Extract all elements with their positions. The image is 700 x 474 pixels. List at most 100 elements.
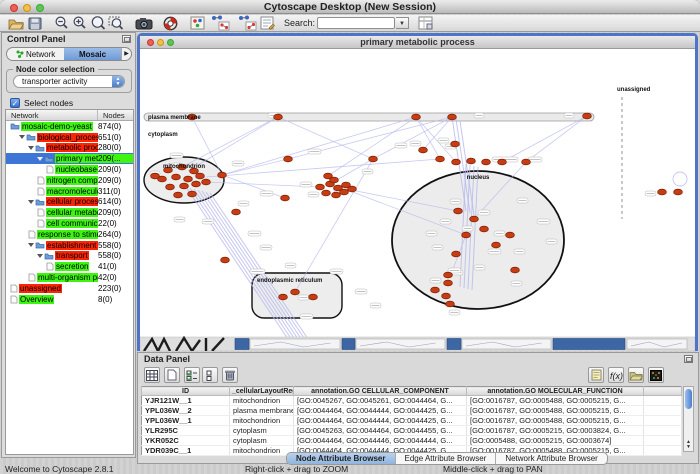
lifebuoy-icon[interactable] [163, 15, 178, 31]
network-node[interactable] [480, 226, 489, 232]
network-node[interactable] [151, 173, 160, 179]
app-title-bar[interactable]: Cytoscape Desktop (New Session) [0, 0, 700, 14]
zoom-fit-icon[interactable] [90, 15, 106, 31]
tree-row-secretion[interactable]: secretion41(0) [6, 261, 133, 272]
network-node[interactable] [444, 280, 453, 286]
network-node[interactable] [348, 186, 357, 192]
save-icon[interactable] [28, 15, 42, 31]
table-cell[interactable]: [GO:0016787, GO:0005488, GO:0005215, G..… [467, 396, 644, 406]
unselect-attributes-icon[interactable] [202, 367, 218, 383]
table-cell[interactable]: [GO:0016787, GO:0005488, GO:0005215, G..… [467, 416, 644, 426]
column-header[interactable]: annotation.GO CELLULAR_COMPONENT [294, 387, 467, 396]
select-nodes-checkbox[interactable]: ✓ [10, 98, 20, 108]
network-node[interactable] [452, 159, 461, 165]
scrollbar-arrows-icon[interactable]: ▲▼ [684, 440, 693, 450]
table-cell[interactable]: cytoplasm [230, 426, 294, 436]
network-node[interactable] [492, 242, 501, 248]
network-node[interactable] [442, 293, 451, 299]
color-attribute-select[interactable]: transporter activity ▲▼ [13, 75, 125, 88]
network-node[interactable] [446, 301, 455, 307]
tree-row-nitrogen-compo[interactable]: nitrogen compo209(0) [6, 175, 133, 186]
table-cell[interactable]: [GO:0044464, GO:0044446, GO:0044444, G..… [294, 436, 467, 446]
network-node[interactable] [454, 208, 463, 214]
expander-icon[interactable] [19, 135, 25, 139]
table-cell[interactable]: [GO:0016787, GO:0005215, GO:0003824, G..… [467, 426, 644, 436]
tree-row-metabolic-process[interactable]: metabolic process280(0) [6, 143, 133, 154]
table-cell[interactable]: [GO:0045263, GO:0044464, GO:0044455, G..… [294, 426, 467, 436]
tree-row-transport[interactable]: transport558(0) [6, 251, 133, 262]
attribute-grid-icon[interactable] [144, 367, 160, 383]
search-input[interactable] [317, 17, 395, 29]
network-node[interactable] [482, 159, 491, 165]
compartment-nucleus[interactable] [392, 171, 564, 309]
tab-overflow-icon[interactable]: ▶ [121, 48, 131, 60]
float-data-panel-icon[interactable] [684, 355, 693, 363]
expander-icon[interactable] [28, 200, 34, 204]
network-node[interactable] [316, 184, 325, 190]
table-cell[interactable]: [GO:0016787, GO:0005488, GO:0005215, G..… [467, 406, 644, 416]
tree-row-multi-organism-pro[interactable]: multi-organism pro42(0) [6, 272, 133, 283]
network-node[interactable] [340, 189, 349, 195]
table-row[interactable]: YLR295Ccytoplasm[GO:0045263, GO:0044464,… [142, 426, 682, 436]
table-cell[interactable]: YKR052C [142, 436, 230, 446]
network-node[interactable] [498, 159, 507, 165]
network-node[interactable] [218, 172, 227, 178]
expander-icon[interactable] [37, 254, 43, 258]
tree-row-cellular-process[interactable]: cellular process614(0) [6, 197, 133, 208]
network-view-window[interactable]: primary metabolic process plasma membran… [137, 33, 698, 351]
table-row[interactable]: YKR052Ccytoplasm[GO:0044464, GO:0044446,… [142, 436, 682, 446]
network-node[interactable] [281, 195, 290, 201]
tree-row-cellular-metabol[interactable]: cellular metabol209(0) [6, 207, 133, 218]
network-node[interactable] [279, 294, 288, 300]
select-attributes-icon[interactable] [184, 367, 200, 383]
network-node[interactable] [332, 192, 341, 198]
network-node[interactable] [583, 113, 592, 119]
table-cell[interactable]: [GO:0045267, GO:0045261, GO:0044464, G..… [294, 396, 467, 406]
table-cell[interactable] [644, 426, 682, 436]
network-node[interactable] [184, 176, 193, 182]
attribute-matrix-icon[interactable] [648, 367, 664, 383]
table-cell[interactable]: YDR039C__1 [142, 446, 230, 456]
network-node[interactable] [196, 173, 205, 179]
table-row[interactable]: YPL036W__1mitochondrion[GO:0044464, GO:0… [142, 416, 682, 426]
table-cell[interactable] [644, 436, 682, 446]
network-node[interactable] [522, 159, 531, 165]
network-node[interactable] [232, 209, 241, 215]
table-cell[interactable]: YPL036W__1 [142, 416, 230, 426]
table-cell[interactable]: [GO:0005488, GO:0005215, GO:0003674] [467, 436, 644, 446]
network-node[interactable] [202, 179, 211, 185]
table-row[interactable]: YJR121W__1mitochondrion[GO:0045267, GO:0… [142, 396, 682, 406]
tab-network-attribute-browser[interactable]: Network Attribute Browser [496, 453, 606, 464]
delete-attribute-icon[interactable] [222, 367, 238, 383]
expander-icon[interactable] [37, 157, 43, 161]
network-node[interactable] [274, 114, 283, 120]
tab-edge-attribute-browser[interactable]: Edge Attribute Browser [396, 453, 497, 464]
layout-palette-icon[interactable] [190, 15, 205, 31]
network-node[interactable] [674, 189, 683, 195]
network-node[interactable] [284, 156, 293, 162]
tree-row-overview[interactable]: Overview8(0) [6, 294, 133, 305]
column-header[interactable]: ID [142, 387, 230, 396]
tree-row-macromolecule[interactable]: macromolecule311(0) [6, 186, 133, 197]
tree-col-nodes[interactable]: Nodes [98, 110, 125, 120]
network-node[interactable] [330, 177, 339, 183]
table-cell[interactable]: [GO:0044464, GO:0044444, GO:0044425, G..… [294, 406, 467, 416]
network-node[interactable] [444, 272, 453, 278]
search-dropdown-icon[interactable]: ▼ [396, 17, 409, 29]
tree-col-network[interactable]: Network [6, 110, 98, 120]
network-node[interactable] [511, 267, 520, 273]
snapshot-camera-icon[interactable] [135, 15, 153, 31]
table-cell[interactable]: mitochondrion [230, 416, 294, 426]
network-node[interactable] [452, 251, 461, 257]
tree-row-nucleobase-[interactable]: nucleobase-209(0) [6, 164, 133, 175]
network-canvas[interactable]: plasma membranecytoplasmmitochondrionnuc… [140, 49, 695, 351]
network-node[interactable] [192, 181, 201, 187]
select-nodes-option[interactable]: ✓ Select nodes [10, 97, 73, 108]
network-node[interactable] [419, 147, 428, 153]
network-node[interactable] [436, 156, 445, 162]
network-node[interactable] [448, 114, 457, 120]
tree-row-response-to-stimulu[interactable]: response to stimulu264(0) [6, 229, 133, 240]
table-cell[interactable] [644, 396, 682, 406]
open-folder-icon[interactable] [8, 15, 24, 31]
table-cell[interactable]: YJR121W__1 [142, 396, 230, 406]
